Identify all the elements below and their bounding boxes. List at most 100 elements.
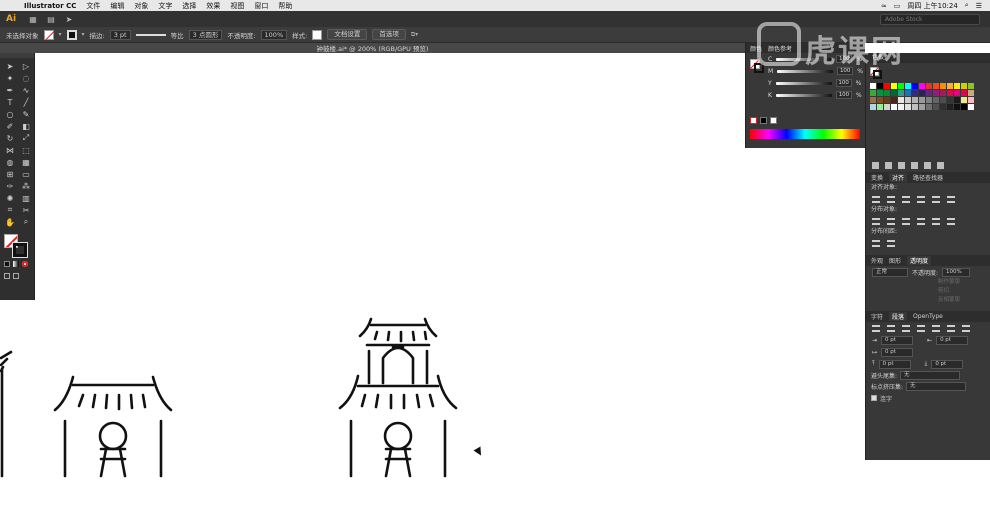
tab-pathfinder[interactable]: 路径查找器 bbox=[913, 173, 943, 182]
color-swatch[interactable] bbox=[954, 90, 960, 96]
rotate-tool-icon[interactable]: ↻ bbox=[4, 133, 16, 143]
punctuation-select[interactable]: 无 bbox=[906, 382, 967, 391]
color-swatch[interactable] bbox=[968, 90, 974, 96]
color-swatch[interactable] bbox=[933, 97, 939, 103]
left-indent-input[interactable]: 0 pt bbox=[881, 335, 914, 345]
transparency-opacity-input[interactable]: 100% bbox=[942, 267, 971, 277]
channel-slider[interactable] bbox=[775, 81, 832, 85]
line-tool-icon[interactable]: ╱ bbox=[20, 97, 32, 107]
scale-tool-icon[interactable]: ⤢ bbox=[20, 133, 32, 143]
color-swatch[interactable] bbox=[968, 104, 974, 110]
color-swatch[interactable] bbox=[891, 83, 897, 89]
align-bottom-icon[interactable] bbox=[947, 195, 955, 203]
color-swatch[interactable] bbox=[926, 104, 932, 110]
menu-file[interactable]: 文件 bbox=[86, 1, 100, 11]
make-mask-button[interactable]: 制作蒙版 bbox=[866, 278, 990, 287]
artwork[interactable] bbox=[35, 53, 865, 532]
tab-color-guide[interactable]: 颜色参考 bbox=[768, 44, 792, 53]
slice-tool-icon[interactable]: ✂ bbox=[20, 205, 32, 215]
color-swatch[interactable] bbox=[961, 104, 967, 110]
color-swatch[interactable] bbox=[954, 104, 960, 110]
color-swatch[interactable] bbox=[877, 97, 883, 103]
zoom-tool-icon[interactable]: ⌕ bbox=[20, 217, 32, 227]
align-right-icon[interactable] bbox=[902, 195, 910, 203]
clock[interactable]: 周四 上午10:24 bbox=[907, 1, 957, 11]
color-swatch[interactable] bbox=[891, 97, 897, 103]
color-swatch[interactable] bbox=[912, 104, 918, 110]
stroke-weight-input[interactable]: 3 pt bbox=[109, 29, 131, 40]
eraser-tool-icon[interactable]: ◧ bbox=[20, 121, 32, 131]
color-swatch[interactable] bbox=[954, 97, 960, 103]
channel-value[interactable]: 100 bbox=[835, 91, 852, 99]
color-swatch[interactable] bbox=[933, 104, 939, 110]
tab-swatches[interactable]: 色板 bbox=[866, 53, 990, 63]
space-before-input[interactable]: 0 pt bbox=[878, 359, 911, 369]
style-swatch[interactable] bbox=[312, 29, 323, 40]
gradient-tool-icon[interactable]: ▭ bbox=[20, 169, 32, 179]
blend-tool-icon[interactable]: ⁂ bbox=[20, 181, 32, 191]
tab-character[interactable]: 字符 bbox=[871, 312, 883, 321]
direct-selection-tool-icon[interactable]: ▷ bbox=[20, 61, 32, 71]
color-swatch[interactable] bbox=[926, 97, 932, 103]
spacing-horizontal-icon[interactable] bbox=[887, 239, 895, 247]
notification-center-icon[interactable]: ☰ bbox=[976, 2, 982, 10]
artboard-tool-icon[interactable]: ⌗ bbox=[4, 205, 16, 215]
eyedropper-tool-icon[interactable]: ✑ bbox=[4, 181, 16, 191]
color-swatch[interactable] bbox=[870, 104, 876, 110]
fill-swatch[interactable] bbox=[43, 29, 54, 40]
color-swatch[interactable] bbox=[940, 83, 946, 89]
selection-tool-icon[interactable]: ➤ bbox=[4, 61, 16, 71]
color-swatch[interactable] bbox=[905, 90, 911, 96]
mesh-tool-icon[interactable]: ⊞ bbox=[4, 169, 16, 179]
tab-graphic-styles[interactable]: 图形 bbox=[889, 256, 901, 265]
color-swatch[interactable] bbox=[905, 83, 911, 89]
chevron-down-icon[interactable]: ▾ bbox=[59, 31, 62, 38]
black-swatch[interactable] bbox=[760, 117, 767, 124]
tab-transform[interactable]: 变换 bbox=[871, 173, 883, 182]
color-swatch[interactable] bbox=[870, 90, 876, 96]
free-transform-tool-icon[interactable]: ⬚ bbox=[20, 145, 32, 155]
color-swatch[interactable] bbox=[919, 90, 925, 96]
stock-search-input[interactable]: Adobe Stock bbox=[880, 13, 980, 25]
distribute-left-icon[interactable] bbox=[917, 217, 925, 225]
color-swatch[interactable] bbox=[877, 83, 883, 89]
menu-object[interactable]: 对象 bbox=[134, 1, 148, 11]
color-swatch[interactable] bbox=[947, 83, 953, 89]
distribute-right-icon[interactable] bbox=[947, 217, 955, 225]
menu-type[interactable]: 文字 bbox=[158, 1, 172, 11]
ellipse-tool-icon[interactable]: ○ bbox=[4, 109, 16, 119]
swatch-libraries-icon[interactable] bbox=[872, 161, 879, 169]
menu-view[interactable]: 视图 bbox=[230, 1, 244, 11]
distribute-center-v-icon[interactable] bbox=[887, 217, 895, 225]
channel-slider[interactable] bbox=[777, 69, 834, 73]
right-indent-input[interactable]: 0 pt bbox=[936, 335, 969, 345]
align-top-icon[interactable] bbox=[917, 195, 925, 203]
tab-opentype[interactable]: OpenType bbox=[913, 313, 943, 320]
color-swatch[interactable] bbox=[954, 83, 960, 89]
color-swatch[interactable] bbox=[919, 83, 925, 89]
tab-transparency[interactable]: 透明度 bbox=[907, 256, 932, 265]
hyphenate-row[interactable]: 连字 bbox=[866, 392, 990, 404]
color-swatch[interactable] bbox=[940, 90, 946, 96]
brush-select[interactable]: 3 点圆形 bbox=[188, 29, 223, 40]
justify-left-icon[interactable] bbox=[917, 324, 925, 332]
stroke-swatch[interactable] bbox=[66, 29, 77, 40]
menu-window[interactable]: 窗口 bbox=[254, 1, 268, 11]
color-swatch[interactable] bbox=[926, 83, 932, 89]
color-swatch[interactable] bbox=[905, 97, 911, 103]
color-swatch[interactable] bbox=[926, 90, 932, 96]
color-swatch[interactable] bbox=[933, 90, 939, 96]
layout-icon[interactable]: ▤ bbox=[46, 15, 56, 24]
symbol-sprayer-tool-icon[interactable]: ✺ bbox=[4, 193, 16, 203]
color-panel-fill-stroke[interactable] bbox=[750, 59, 764, 73]
distribute-bottom-icon[interactable] bbox=[902, 217, 910, 225]
color-swatch[interactable] bbox=[884, 90, 890, 96]
blend-mode-select[interactable]: 正常 bbox=[872, 267, 908, 277]
align-text-center-icon[interactable] bbox=[887, 324, 895, 332]
draw-mode-icon[interactable] bbox=[4, 273, 10, 279]
color-swatch[interactable] bbox=[898, 104, 904, 110]
screen-mode-icon[interactable] bbox=[13, 273, 19, 279]
channel-value[interactable]: 100 bbox=[836, 55, 853, 63]
paintbrush-tool-icon[interactable]: ✎ bbox=[20, 109, 32, 119]
gradient-mode-icon[interactable] bbox=[13, 261, 19, 267]
